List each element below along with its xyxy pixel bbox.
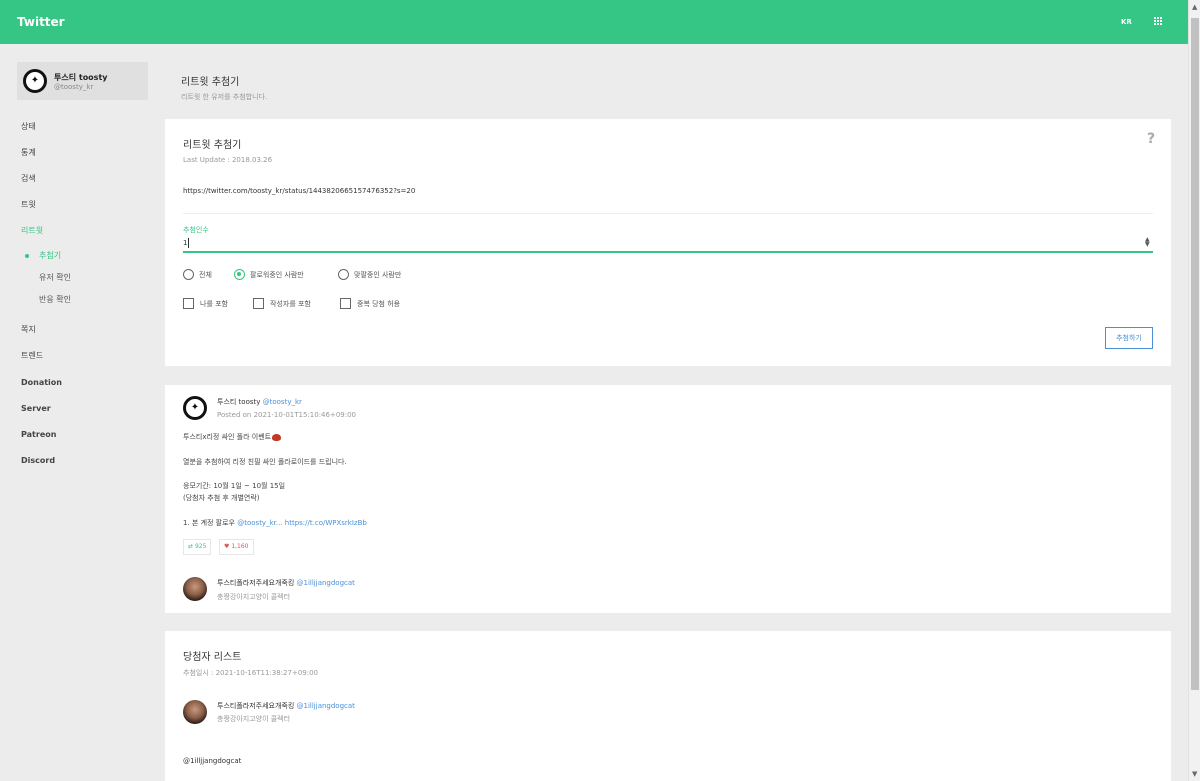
retweet-count-badge: ⇄ 925	[183, 539, 212, 555]
sidebar-item-server[interactable]: Server	[21, 404, 51, 413]
sidebar-subitem-drawer[interactable]: 추첨기	[39, 250, 61, 261]
retweet-count: 925	[194, 543, 207, 550]
checkbox-include-me-label: 나를 포함	[200, 300, 228, 308]
scrollbar-thumb[interactable]	[1191, 18, 1199, 690]
heart-emoji-icon	[272, 433, 282, 441]
sidebar-item-search[interactable]: 검색	[21, 173, 36, 184]
sidebar-item-donation[interactable]: Donation	[21, 378, 62, 387]
grid-icon[interactable]	[1154, 17, 1163, 26]
tweet-line-text: 1. 본 계정 팔로우	[183, 519, 238, 527]
page-scrollbar[interactable]: ▲ ▼	[1188, 0, 1200, 781]
avatar[interactable]	[183, 700, 207, 724]
draw-count-label: 추첨인수	[183, 226, 209, 234]
checkbox-box-icon	[253, 298, 264, 309]
profile-handle: @toosty_kr	[54, 83, 94, 91]
retweeter-handle[interactable]: @1illjjangdogcat	[297, 579, 355, 587]
sidebar-item-stats[interactable]: 통계	[21, 147, 36, 158]
like-count: 1,160	[231, 543, 249, 550]
sidebar-item-patreon[interactable]: Patreon	[21, 430, 56, 439]
brand-title[interactable]: Twitter	[17, 15, 65, 29]
tweet-card: 투스티 toosty @toosty_kr Posted on 2021-10-…	[165, 385, 1171, 613]
profile-name: 투스티 toosty	[54, 73, 108, 82]
retweeter-name: 투스티폴라저주세요개죽킹 @1illjjangdogcat	[217, 578, 355, 588]
tweet-line: (당첨자 추첨 후 개별연락)	[183, 494, 260, 502]
tweet-author-handle[interactable]: @toosty_kr	[263, 398, 302, 406]
tweet-line: 열분을 추첨하여 리정 친필 싸인 폴라로이드를 드립니다.	[183, 458, 347, 466]
winner-handle-link[interactable]: @1illjjangdogcat	[297, 702, 355, 710]
avatar[interactable]	[183, 577, 207, 601]
tweet-date: Posted on 2021-10-01T15:10:46+09:00	[217, 411, 356, 419]
number-stepper-icon[interactable]: ▲ ▼	[1145, 237, 1150, 248]
radio-circle-icon	[234, 269, 245, 280]
last-update-text: Last Update : 2018.03.26	[183, 156, 273, 164]
tweet-line: 투스티x리정 싸인 폴라 이벤트	[183, 432, 282, 442]
checkbox-box-icon	[340, 298, 351, 309]
scroll-down-arrow-icon[interactable]: ▼	[1192, 770, 1197, 778]
winner-handle-text: @1illjjangdogcat	[183, 757, 242, 765]
winner-list-card: 당첨자 리스트 추첨일시 : 2021-10-16T11:38:27+09:00…	[165, 631, 1171, 781]
profile-card[interactable]: 투스티 toosty @toosty_kr	[17, 62, 148, 100]
text-caret	[188, 238, 189, 248]
tweet-line: 응모기간: 10월 1일 ~ 10월 15일	[183, 482, 286, 490]
radio-circle-icon	[338, 269, 349, 280]
avatar	[23, 69, 47, 93]
checkbox-include-author-label: 작성자를 포함	[270, 300, 311, 308]
form-title: 리트윗 추첨기	[183, 140, 242, 151]
radio-followers-only-label: 팔로워중인 사람만	[250, 271, 304, 279]
tweet-line-text: 투스티x리정 싸인 폴라 이벤트	[183, 433, 272, 441]
radio-mutuals-only-label: 맞팔중인 사람만	[354, 271, 402, 279]
help-icon[interactable]: ?	[1147, 131, 1155, 147]
radio-circle-icon	[183, 269, 194, 280]
retweet-icon: ⇄	[188, 543, 194, 550]
tweet-url-link[interactable]: https://t.co/WPXsrkIzBb	[285, 519, 367, 527]
tweet-author-name: 투스티 toosty	[217, 398, 261, 406]
retweeter-display-name: 투스티폴라저주세요개죽킹	[217, 579, 295, 587]
url-field-underline	[183, 213, 1153, 214]
language-switch[interactable]: KR	[1121, 18, 1132, 26]
winner-name: 투스티폴라저주세요개죽킹 @1illjjangdogcat	[217, 701, 355, 711]
page-title: 리트윗 추첨기	[181, 77, 240, 88]
winner-bio: 충짱강아지고양이 콜렉터	[217, 715, 291, 723]
tweet-line: 1. 본 계정 팔로우 @toosty_kr... https://t.co/W…	[183, 518, 367, 528]
sidebar-item-trends[interactable]: 트렌드	[21, 350, 43, 361]
sidebar-item-discord[interactable]: Discord	[21, 456, 55, 465]
winner-list-title: 당첨자 리스트	[183, 652, 242, 663]
sidebar-subitem-user-check[interactable]: 유저 확인	[39, 272, 71, 283]
page-description: 리트윗 한 유저를 추첨합니다.	[181, 93, 268, 101]
avatar[interactable]	[183, 396, 207, 420]
draw-button[interactable]: 추첨하기	[1105, 327, 1153, 349]
tweet-mention-link[interactable]: @toosty_kr...	[237, 519, 282, 527]
heart-icon: ♥	[224, 543, 230, 550]
tweet-author: 투스티 toosty @toosty_kr	[217, 397, 302, 407]
scroll-up-arrow-icon[interactable]: ▲	[1192, 3, 1197, 11]
active-dot-icon	[25, 254, 29, 258]
drawer-form-card: 리트윗 추첨기 Last Update : 2018.03.26 ? https…	[165, 119, 1171, 366]
like-count-badge: ♥ 1,160	[219, 539, 254, 555]
sidebar-item-tweet[interactable]: 트윗	[21, 199, 36, 210]
checkbox-allow-duplicate-label: 중복 당첨 허용	[357, 300, 401, 308]
sidebar-item-status[interactable]: 상태	[21, 121, 36, 132]
radio-all-label: 전체	[199, 271, 212, 279]
draw-count-input[interactable]: 1 ▲ ▼	[183, 237, 1153, 253]
retweeter-bio: 충짱강아지고양이 콜렉터	[217, 593, 291, 601]
draw-date-text: 추첨일시 : 2021-10-16T11:38:27+09:00	[183, 669, 319, 677]
tweet-url-field[interactable]: https://twitter.com/toosty_kr/status/144…	[183, 187, 415, 195]
sidebar-item-messages[interactable]: 쪽지	[21, 324, 36, 335]
sidebar-item-retweet[interactable]: 리트윗	[21, 225, 43, 236]
draw-count-value: 1	[183, 239, 188, 247]
top-bar: Twitter KR	[0, 0, 1188, 44]
checkbox-box-icon	[183, 298, 194, 309]
winner-display-name: 투스티폴라저주세요개죽킹	[217, 702, 295, 710]
sidebar-subitem-reaction-check[interactable]: 반응 확인	[39, 294, 71, 305]
